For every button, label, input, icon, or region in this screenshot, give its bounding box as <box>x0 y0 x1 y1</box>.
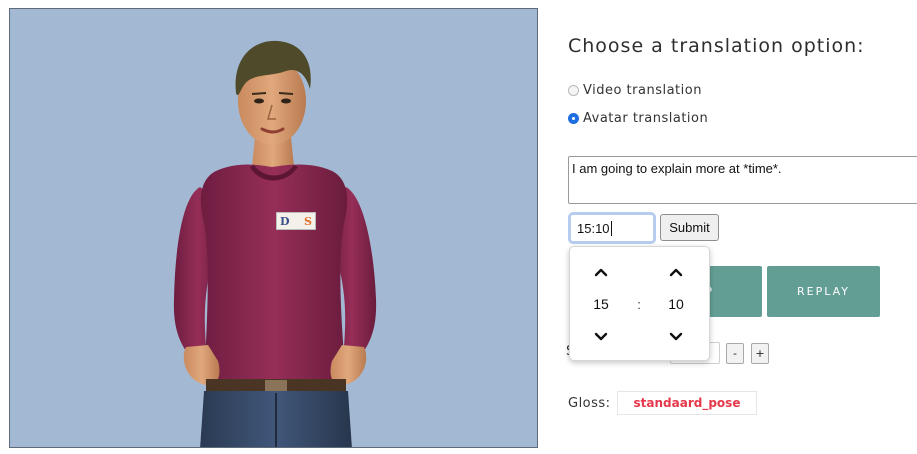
time-picker-popup: 15 : 10 <box>569 246 710 361</box>
badge-letter-s: S <box>304 214 312 228</box>
video-radio-label: Video translation <box>583 83 702 98</box>
hour-down-chevron-icon[interactable] <box>588 327 614 347</box>
avatar-viewport: D S <box>9 8 538 448</box>
time-input[interactable]: 15:10 <box>568 212 656 244</box>
gloss-label: Gloss: <box>568 396 611 411</box>
video-radio[interactable] <box>568 85 579 96</box>
avatar-radio[interactable] <box>568 113 579 124</box>
speed-increase-button[interactable]: + <box>751 343 769 364</box>
text-caret <box>610 220 612 236</box>
video-translation-option[interactable]: Video translation <box>568 83 702 98</box>
speed-decrease-button[interactable]: - <box>726 343 744 364</box>
sentence-input[interactable]: I am going to explain more at *time*. <box>568 156 917 204</box>
hour-value[interactable]: 15 <box>588 294 614 314</box>
name-badge: D S <box>276 212 316 230</box>
avatar-figure <box>173 40 377 447</box>
replay-button[interactable]: REPLAY <box>767 266 880 317</box>
minute-up-chevron-icon[interactable] <box>663 262 689 282</box>
sentence-input-value: I am going to explain more at *time*. <box>572 161 782 176</box>
gloss-value: standaard_pose <box>617 391 757 415</box>
avatar-translation-option[interactable]: Avatar translation <box>568 111 708 126</box>
page-title: Choose a translation option: <box>568 35 865 57</box>
minute-down-chevron-icon[interactable] <box>663 327 689 347</box>
badge-letter-d: D <box>280 214 290 228</box>
hour-up-chevron-icon[interactable] <box>588 262 614 282</box>
submit-button[interactable]: Submit <box>660 214 719 241</box>
avatar-radio-label: Avatar translation <box>583 111 709 126</box>
time-input-value: 15:10 <box>577 220 610 236</box>
minute-value[interactable]: 10 <box>663 294 689 314</box>
time-separator: : <box>637 296 641 312</box>
